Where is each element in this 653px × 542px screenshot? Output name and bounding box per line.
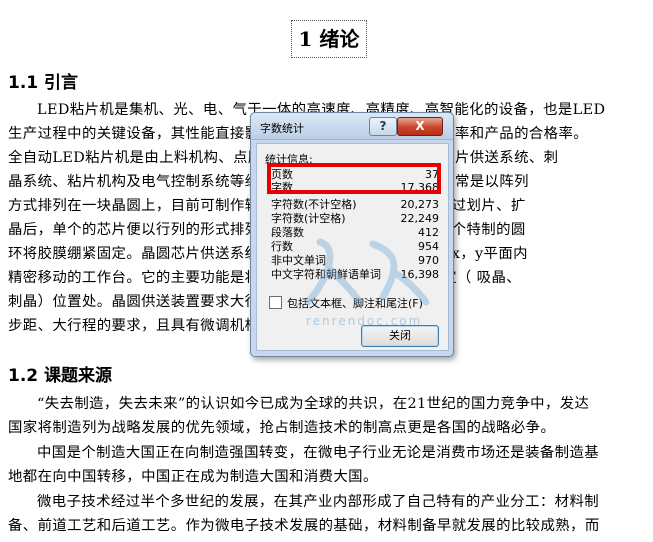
paragraph-line: “失去制造，失去未来”的认识如今已成为全球的共识，在21世纪的国力竞争中，发达 xyxy=(37,396,590,412)
include-textboxes-label[interactable]: 包括文本框、脚注和尾注(F) xyxy=(287,295,423,311)
stat-label: 中文字符和朝鲜语单词 xyxy=(271,268,381,281)
section-heading-source: 1.2 课题来源 xyxy=(8,366,113,386)
paragraph-line: 微电子技术经过半个多世纪的发展，在其产业内部形成了自己特有的产业分工：材料制 xyxy=(37,494,600,510)
stat-value: 954 xyxy=(418,240,439,253)
stat-row-paragraphs: 段落数 412 xyxy=(271,226,439,240)
help-button[interactable]: ? xyxy=(369,117,397,136)
paragraph-line: 地都在向中国转移，中国正在成为制造大国和消费大国。 xyxy=(8,469,378,485)
dialog-content: 统计信息: 页数 37 字数 17,368 字符数(不计空格) 20,273 字… xyxy=(256,143,449,351)
stat-label: 字符数(不计空格) xyxy=(271,198,357,211)
stat-value: 970 xyxy=(418,254,439,267)
stat-label: 行数 xyxy=(271,240,293,253)
word-count-dialog: 字数统计 ? X 统计信息: 页数 37 字数 17,368 字符数(不计空格)… xyxy=(250,112,454,357)
stat-row-lines: 行数 954 xyxy=(271,240,439,254)
include-textboxes-checkbox[interactable] xyxy=(269,296,282,309)
paragraph-line: 中国是个制造大国正在向制造强国转变，在微电子行业无论是消费市场还是装备制造基 xyxy=(37,445,600,461)
stat-label: 字符数(计空格) xyxy=(271,212,346,225)
red-highlight-box xyxy=(267,163,441,194)
stat-label: 非中文单词 xyxy=(271,254,326,267)
stat-row-non-chinese-words: 非中文单词 970 xyxy=(271,254,439,268)
paragraph-line: 备、前道工艺和后道工艺。作为微电子技术发展的基础，材料制备早就发展的比较成熟，而 xyxy=(8,518,600,534)
stat-value: 20,273 xyxy=(400,198,440,211)
stat-value: 16,398 xyxy=(400,268,440,281)
close-window-button[interactable]: X xyxy=(397,117,443,136)
close-button[interactable]: 关闭 xyxy=(361,325,439,347)
dialog-title: 字数统计 xyxy=(260,122,304,135)
stat-row-chars-no-spaces: 字符数(不计空格) 20,273 xyxy=(271,198,439,212)
stat-label: 段落数 xyxy=(271,226,304,239)
stat-value: 22,249 xyxy=(400,212,440,225)
chapter-title: 1 绪论 xyxy=(291,20,367,58)
stat-row-chars-with-spaces: 字符数(计空格) 22,249 xyxy=(271,212,439,226)
paragraph-line: 国家将制造列为战略发展的优先领域，抢占制造技术的制高点更是各国的战略必争。 xyxy=(8,420,556,436)
stat-value: 412 xyxy=(418,226,439,239)
dialog-titlebar[interactable]: 字数统计 ? X xyxy=(251,113,453,140)
section-heading-intro: 1.1 引言 xyxy=(8,73,79,93)
stat-row-chinese-characters: 中文字符和朝鲜语单词 16,398 xyxy=(271,268,439,282)
